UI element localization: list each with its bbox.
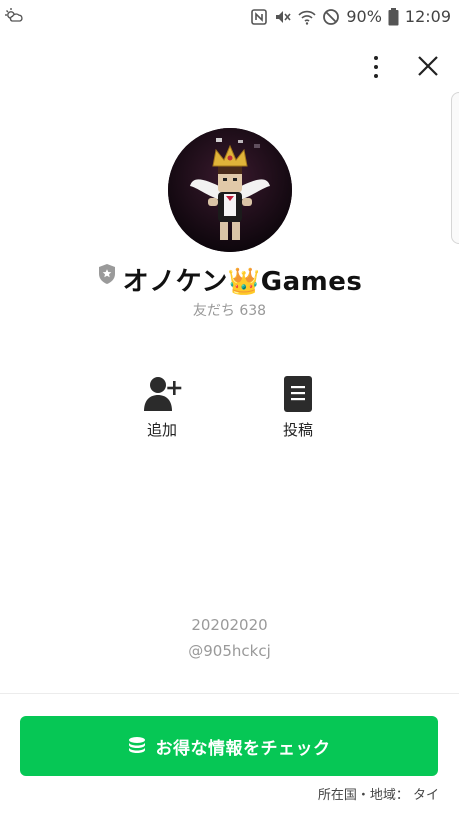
close-icon[interactable]	[414, 52, 442, 80]
post-icon	[284, 376, 312, 412]
status-message: 20202020	[191, 616, 268, 634]
shield-star-icon	[98, 264, 115, 284]
mute-icon	[276, 11, 291, 23]
add-friend-button[interactable]: 追加	[122, 375, 202, 440]
more-vertical-icon	[374, 56, 378, 60]
do-not-disturb-icon	[323, 9, 340, 25]
check-deals-label: お得な情報をチェック	[155, 738, 331, 759]
wifi-icon	[298, 10, 316, 25]
nfc-icon	[251, 9, 268, 25]
avatar-image	[168, 128, 292, 252]
friends-count: 友だち 638	[192, 303, 267, 319]
line-id: @905hckcj	[188, 642, 271, 660]
clock: 12:09	[404, 7, 451, 26]
add-friend-icon	[144, 377, 182, 411]
region-label: 所在国・地域： タイ	[317, 788, 439, 803]
more-options-button[interactable]	[364, 54, 388, 80]
profile-name: オノケン👑Games	[122, 266, 363, 297]
profile-avatar[interactable]	[168, 128, 292, 252]
battery-percent: 90%	[346, 7, 382, 26]
weather-icon	[5, 8, 23, 22]
battery-icon	[388, 8, 399, 26]
coins-icon	[128, 737, 145, 753]
status-bar: 90% 12:09	[0, 0, 459, 34]
check-deals-button[interactable]: お得な情報をチェック	[20, 716, 438, 776]
side-panel-edge	[451, 92, 459, 244]
divider	[0, 693, 459, 694]
posts-label: 投稿	[282, 421, 313, 439]
add-friend-label: 追加	[146, 421, 177, 439]
profile-name-row: オノケン👑Games	[0, 260, 459, 298]
posts-button[interactable]: 投稿	[258, 375, 338, 440]
